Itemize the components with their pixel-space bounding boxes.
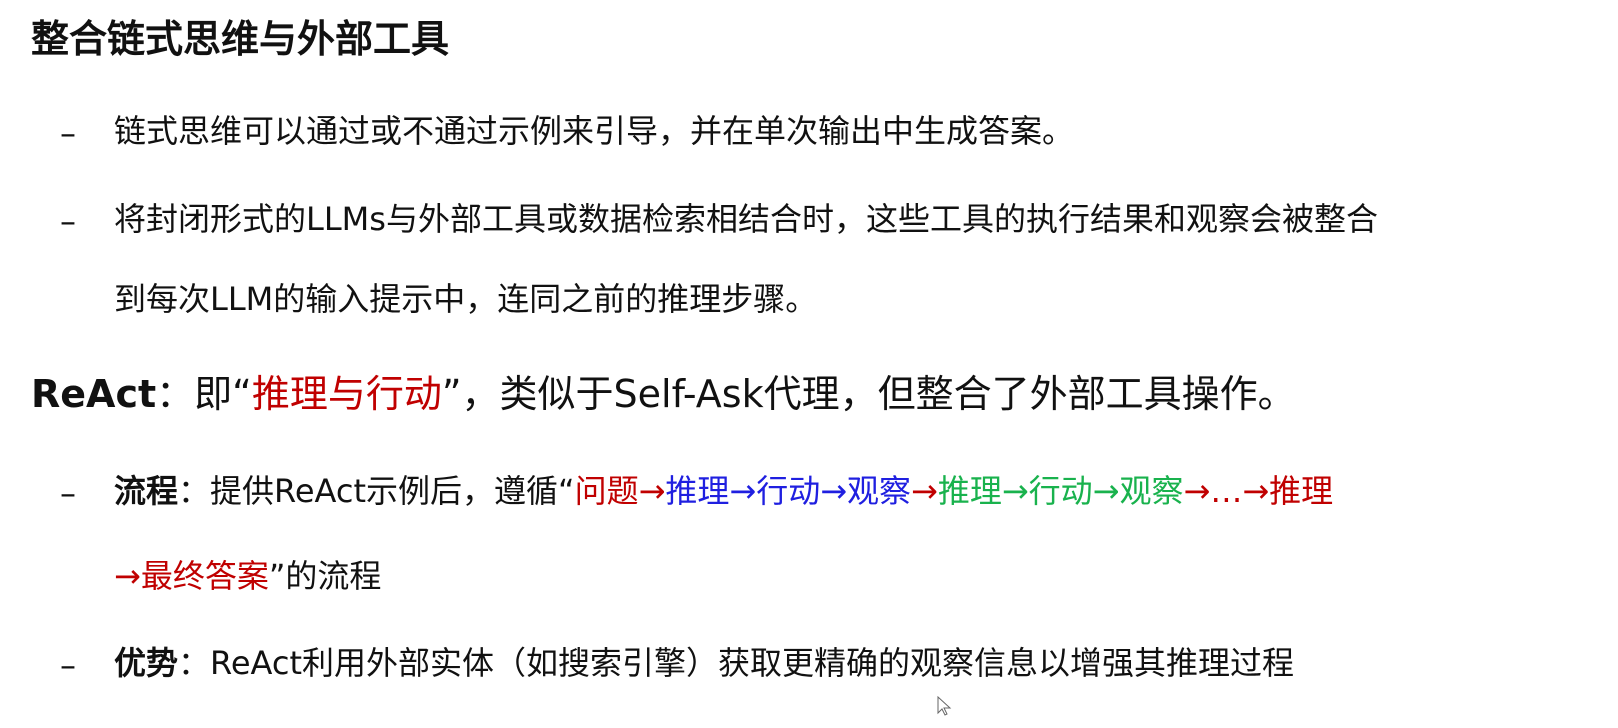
advantage-line: 优势：ReAct利用外部实体（如搜索引擎）获取更精确的观察信息以增强其推理过程	[114, 647, 1294, 679]
process-line-2: →最终答案”的流程	[114, 560, 381, 592]
process-ellipsis-reasoning: →…→推理	[1183, 472, 1334, 510]
advantage-label: 优势	[114, 644, 179, 682]
process-label: 流程	[114, 472, 179, 510]
bullet-dash: –	[60, 474, 76, 512]
bullet-dash: –	[60, 646, 76, 684]
slide-title: 整合链式思维与外部工具	[31, 17, 450, 61]
advantage-text: ReAct利用外部实体（如搜索引擎）获取更精确的观察信息以增强其推理过程	[210, 644, 1294, 682]
react-description: ，类似于Self-Ask代理，但整合了外部工具操作。	[461, 372, 1296, 416]
react-separator: ：即	[156, 372, 233, 416]
process-separator: ：	[178, 472, 211, 510]
mouse-cursor-icon	[937, 696, 952, 716]
bullet-dash: –	[60, 114, 76, 152]
process-final-answer: →最终答案	[114, 557, 269, 595]
bullet-chain-of-thought: 链式思维可以通过或不通过示例来引导，并在单次输出中生成答案。	[114, 112, 1075, 150]
process-green-cycle: 推理→行动→观察	[937, 472, 1184, 510]
process-suffix: ”的流程	[268, 557, 382, 595]
bullet-llm-tools-line-2: 到每次LLM的输入提示中，连同之前的推理步骤。	[114, 280, 818, 318]
process-blue-cycle: 推理→行动→观察	[665, 472, 912, 510]
bullet-llm-tools-line-1: 将封闭形式的LLMs与外部工具或数据检索相结合时，这些工具的执行结果和观察会被整…	[114, 200, 1378, 238]
react-quote-close: ”	[441, 372, 462, 416]
process-line-1: 流程：提供ReAct示例后，遵循“问题→推理→行动→观察→推理→行动→观察→…→…	[114, 475, 1333, 507]
bullet-dash: –	[60, 202, 76, 240]
slide-canvas: 整合链式思维与外部工具 – 链式思维可以通过或不通过示例来引导，并在单次输出中生…	[0, 0, 1618, 728]
process-arrow: →	[911, 472, 938, 510]
process-question-step: 问题→	[574, 472, 666, 510]
process-prefix: 提供ReAct示例后，遵循“	[210, 472, 575, 510]
react-quote-open: “	[232, 372, 252, 416]
react-definition: ReAct：即“推理与行动”，类似于Self-Ask代理，但整合了外部工具操作。	[31, 375, 1296, 413]
react-highlight: 推理与行动	[251, 372, 442, 416]
advantage-separator: ：	[178, 644, 211, 682]
react-label: ReAct	[31, 372, 157, 416]
